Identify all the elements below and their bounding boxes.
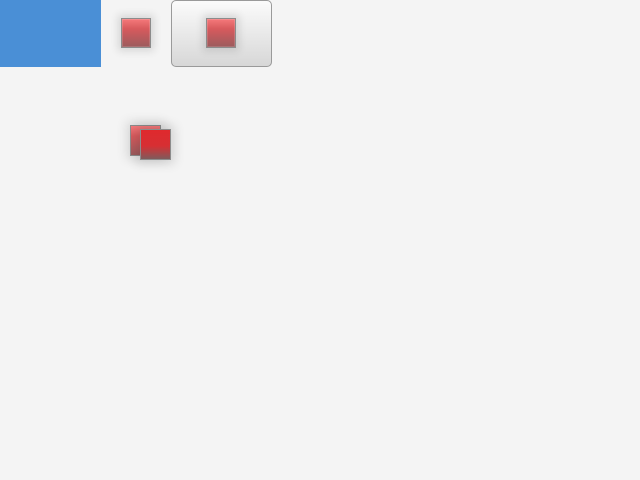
- ui-canvas: [0, 0, 640, 480]
- red-square-icon: [206, 18, 236, 48]
- stacked-icons[interactable]: [124, 116, 182, 168]
- red-square-icon: [121, 18, 151, 48]
- raised-icon-button[interactable]: [171, 0, 272, 67]
- flat-icon-button[interactable]: [116, 12, 156, 54]
- blue-panel[interactable]: [0, 0, 101, 67]
- red-square-icon: [140, 129, 171, 160]
